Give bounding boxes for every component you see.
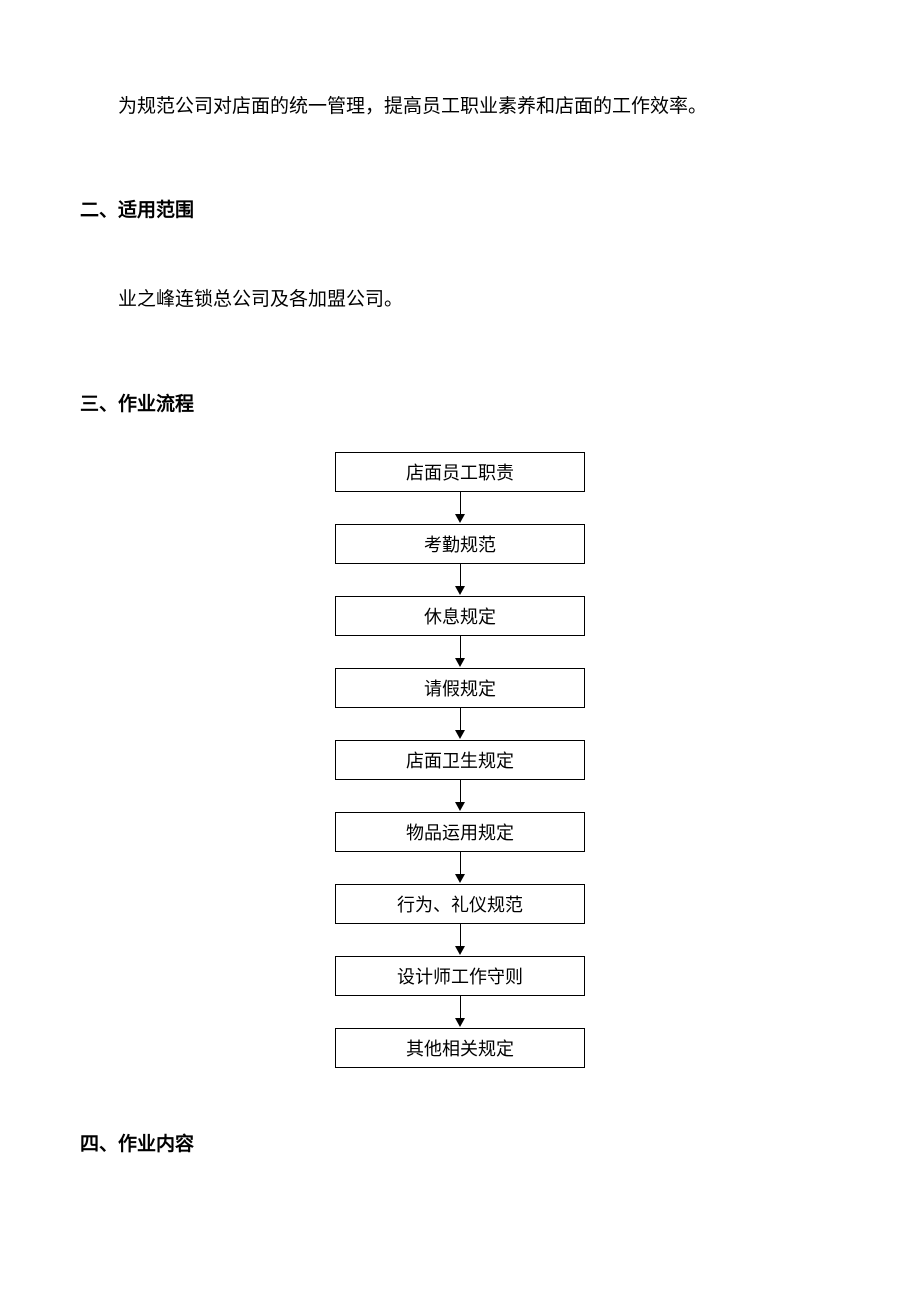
flow-arrow-icon [455, 636, 465, 668]
section-3-heading: 三、作业流程 [80, 388, 840, 422]
flow-arrow-icon [455, 924, 465, 956]
flow-step-2: 考勤规范 [335, 524, 585, 564]
flow-step-1: 店面员工职责 [335, 452, 585, 492]
flow-arrow-icon [455, 780, 465, 812]
flow-step-4: 请假规定 [335, 668, 585, 708]
section-2-body: 业之峰连锁总公司及各加盟公司。 [80, 283, 840, 317]
section-1-body: 为规范公司对店面的统一管理，提高员工职业素养和店面的工作效率。 [80, 90, 840, 124]
flow-step-7: 行为、礼仪规范 [335, 884, 585, 924]
flow-arrow-icon [455, 852, 465, 884]
flow-step-3: 休息规定 [335, 596, 585, 636]
flow-step-9: 其他相关规定 [335, 1028, 585, 1068]
flow-arrow-icon [455, 492, 465, 524]
flow-step-5: 店面卫生规定 [335, 740, 585, 780]
flow-arrow-icon [455, 564, 465, 596]
flowchart: 店面员工职责 考勤规范 休息规定 请假规定 店面卫生规定 物品运用规定 行为、礼… [80, 452, 840, 1068]
flow-arrow-icon [455, 708, 465, 740]
flow-arrow-icon [455, 996, 465, 1028]
flow-step-6: 物品运用规定 [335, 812, 585, 852]
section-4-heading: 四、作业内容 [80, 1128, 840, 1162]
section-2-heading: 二、适用范围 [80, 194, 840, 228]
flow-step-8: 设计师工作守则 [335, 956, 585, 996]
